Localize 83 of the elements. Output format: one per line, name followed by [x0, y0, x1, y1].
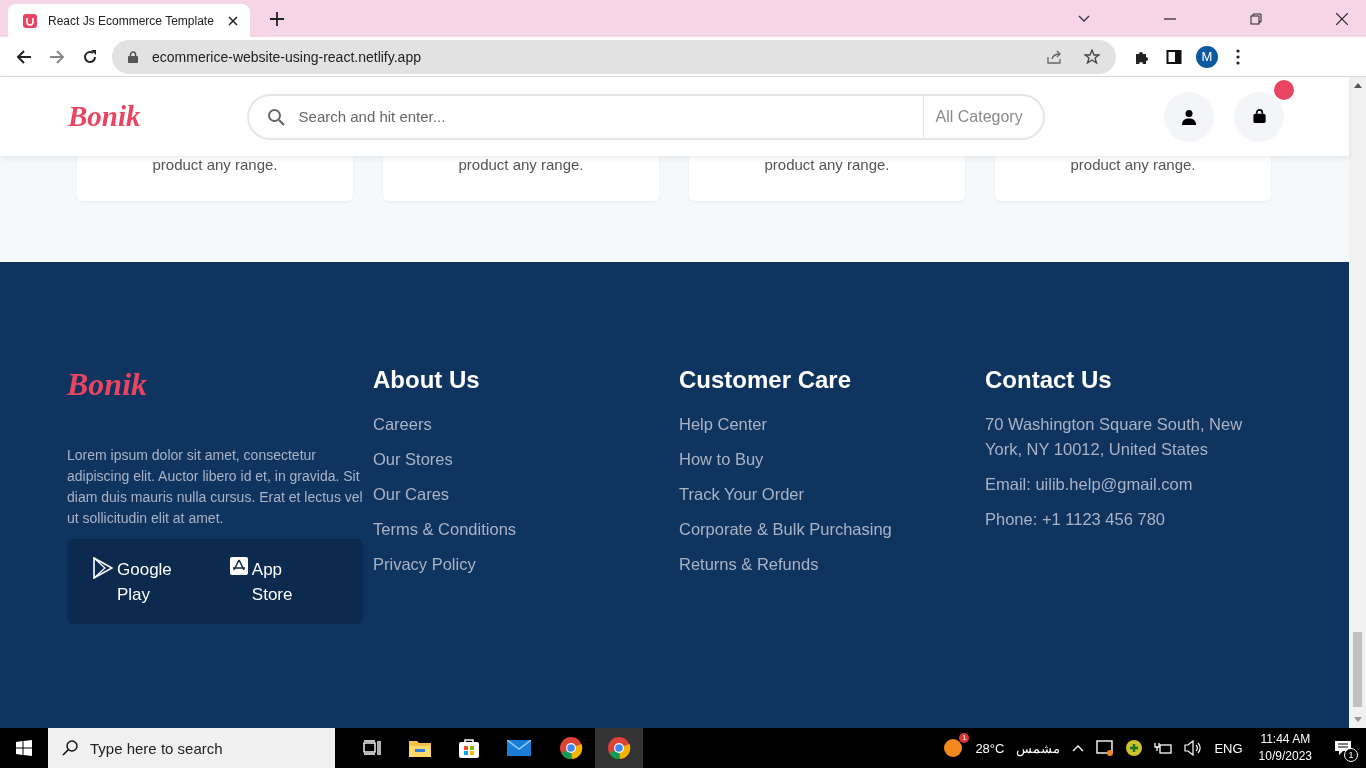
app-label: Google Play — [117, 559, 172, 606]
footer-heading: Customer Care — [679, 366, 852, 394]
clock-date: 10/9/2023 — [1258, 748, 1312, 765]
footer-heading: About Us — [373, 366, 480, 394]
logo[interactable]: Bonik — [68, 100, 141, 133]
speaker-icon[interactable] — [1184, 740, 1203, 756]
reload-icon[interactable] — [82, 48, 98, 65]
account-button[interactable] — [1164, 91, 1214, 142]
scrollbar[interactable] — [1349, 77, 1366, 728]
store-bag-icon[interactable] — [459, 738, 479, 758]
new-tab-icon[interactable] — [270, 11, 284, 26]
taskbar-search-field[interactable]: Type here to search — [48, 728, 335, 768]
chevron-up-icon[interactable] — [1072, 744, 1085, 752]
close-icon[interactable] — [228, 15, 238, 26]
app-label: App Store — [251, 559, 293, 606]
scrollbar-thumb[interactable] — [1353, 632, 1362, 707]
browser-tab[interactable]: React Js Ecommerce Template — [8, 4, 250, 37]
clock-time: 11:44 AM — [1260, 731, 1311, 748]
card-text: product any range. — [152, 156, 278, 173]
taskbar-search-input[interactable]: Type here to search — [88, 738, 335, 758]
windows-start-icon[interactable] — [16, 740, 32, 756]
temperature[interactable]: 28°C — [975, 740, 1005, 756]
language-indicator[interactable]: ENG — [1214, 740, 1243, 756]
back-icon[interactable] — [16, 48, 32, 65]
card-text: product any range. — [458, 156, 584, 173]
close-icon[interactable] — [1336, 12, 1348, 25]
minimize-icon[interactable] — [1164, 17, 1176, 20]
site-favicon-icon — [22, 12, 38, 29]
footer-link[interactable]: Terms & Conditions — [373, 517, 517, 542]
notification-count: 1 — [1344, 748, 1358, 762]
search-icon — [62, 740, 78, 756]
footer-link[interactable]: Track Your Order — [679, 482, 805, 507]
app-download-link[interactable]: Google Play — [93, 557, 172, 624]
footer-link[interactable]: Phone: +1 1123 456 780 — [985, 507, 1165, 532]
folder-icon[interactable] — [409, 739, 431, 757]
card-text: product any range. — [764, 156, 890, 173]
scroll-up-icon[interactable] — [1353, 83, 1362, 88]
user-icon — [1181, 108, 1197, 125]
clock[interactable]: 11:44 AM 10/9/2023 — [1258, 731, 1312, 765]
profile-avatar[interactable]: M — [1196, 45, 1218, 68]
url-text: ecommerice-website-using-react.netlify.app — [152, 48, 421, 65]
search-input[interactable]: Search and hit enter... — [296, 107, 923, 126]
chrome-icon[interactable] — [559, 736, 583, 760]
play-icon — [93, 557, 113, 579]
tab-title: React Js Ecommerce Template — [48, 13, 214, 28]
card-text: product any range. — [1070, 156, 1196, 173]
footer-link[interactable]: Our Cares — [373, 482, 450, 507]
search-icon — [266, 107, 285, 126]
footer-link[interactable]: Our Stores — [373, 447, 453, 472]
shopping-bag-icon — [1251, 109, 1267, 124]
side-panel-icon[interactable] — [1166, 48, 1182, 65]
search-field[interactable]: Search and hit enter... — [246, 93, 923, 140]
footer-link[interactable]: How to Buy — [679, 447, 764, 472]
chevron-down-icon[interactable] — [1078, 14, 1090, 23]
battery-plug-icon[interactable] — [1154, 741, 1173, 755]
footer-link[interactable]: Careers — [373, 412, 432, 437]
footer-link[interactable]: 70 Washington Square South, New York, NY 10012, United States — [985, 412, 1275, 462]
cart-button[interactable] — [1234, 91, 1284, 142]
task-view-icon[interactable] — [363, 740, 381, 756]
star-icon[interactable] — [1084, 48, 1100, 65]
footer-heading: Contact Us — [985, 366, 1112, 394]
share-icon[interactable] — [1046, 48, 1062, 65]
footer-link[interactable]: Corporate & Bulk Purchasing — [679, 517, 892, 542]
footer-logo[interactable]: Bonik — [67, 366, 148, 403]
footer-link[interactable]: Help Center — [679, 412, 768, 437]
footer-link[interactable]: Email: uilib.help@gmail.com — [985, 472, 1193, 497]
forward-icon[interactable] — [49, 48, 65, 65]
app-store-icon — [229, 557, 248, 575]
weather-badge: 1 — [959, 733, 970, 743]
address-bar[interactable]: ecommerice-website-using-react.netlify.app — [112, 39, 1116, 74]
chrome-icon[interactable] — [607, 736, 631, 760]
category-select[interactable]: All Category — [922, 93, 1045, 140]
restore-icon[interactable] — [1250, 12, 1262, 25]
footer-description: Lorem ipsum dolor sit amet, consectetur adipiscing elit. Auctor libero id et, in gravida. Sit diam duis mauris nulla cursus. Erat et lectus vel ut sollicitudin elit at amet. — [67, 446, 364, 528]
footer-link[interactable]: Privacy Policy — [373, 552, 476, 577]
app-download-link[interactable]: App Store — [229, 557, 293, 624]
monitor-icon[interactable] — [1096, 740, 1115, 756]
lock-icon — [128, 50, 138, 63]
more-icon[interactable] — [1236, 48, 1240, 65]
footer-link[interactable]: Returns & Refunds — [679, 552, 819, 577]
plus-circle-icon[interactable] — [1126, 740, 1143, 756]
sun-icon[interactable] — [943, 738, 964, 758]
weather-condition[interactable]: مشمس — [1016, 740, 1061, 756]
